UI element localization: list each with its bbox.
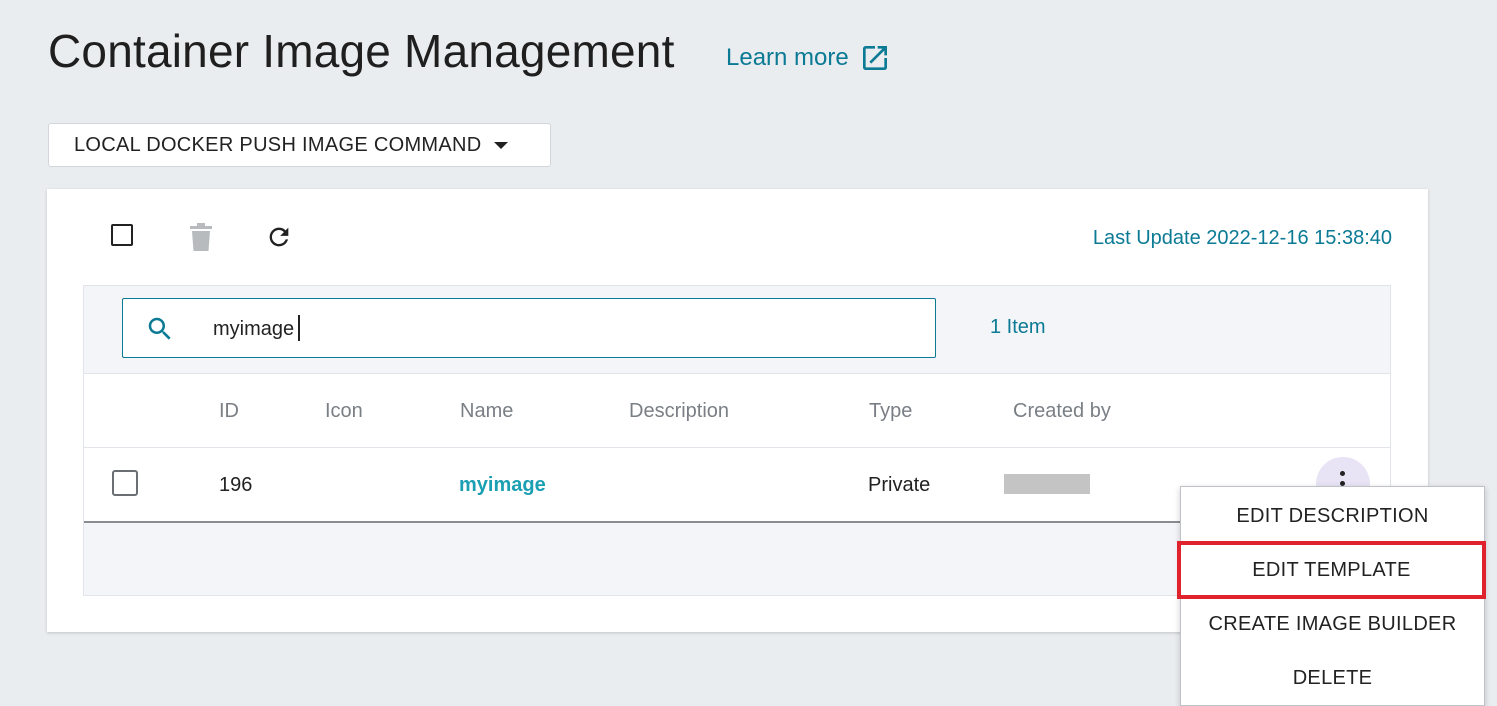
row-checkbox[interactable] xyxy=(112,470,138,496)
refresh-icon[interactable] xyxy=(265,223,293,251)
column-header-description[interactable]: Description xyxy=(629,400,729,423)
column-header-name[interactable]: Name xyxy=(460,400,513,423)
learn-more-link[interactable]: Learn more xyxy=(726,42,891,74)
cell-type: Private xyxy=(868,474,931,496)
column-header-created-by[interactable]: Created by xyxy=(1013,400,1111,423)
learn-more-label: Learn more xyxy=(726,44,849,71)
last-update-timestamp: Last Update 2022-12-16 15:38:40 xyxy=(1092,227,1392,249)
column-header-icon: Icon xyxy=(325,400,363,422)
menu-item-delete[interactable]: DELETE xyxy=(1181,651,1484,705)
page-title: Container Image Management xyxy=(48,25,675,77)
select-all-checkbox[interactable] xyxy=(111,224,133,246)
column-header-id[interactable]: ID xyxy=(219,400,239,423)
search-bar-area: 1 Item xyxy=(83,285,1391,373)
row-actions-menu: EDIT DESCRIPTION EDIT TEMPLATE CREATE IM… xyxy=(1177,486,1486,706)
text-cursor xyxy=(298,315,300,341)
cell-id: 196 xyxy=(219,474,253,496)
search-icon xyxy=(148,317,171,340)
menu-item-edit-template[interactable]: EDIT TEMPLATE xyxy=(1177,541,1486,599)
item-count: 1 Item xyxy=(990,316,1046,338)
table-header: ID Icon Name Description Type Created by xyxy=(84,374,1390,448)
search-input[interactable] xyxy=(211,313,915,345)
menu-item-create-image-builder[interactable]: CREATE IMAGE BUILDER xyxy=(1181,597,1484,651)
trash-icon[interactable] xyxy=(190,223,212,251)
image-name-link[interactable]: myimage xyxy=(459,474,546,497)
menu-item-edit-description[interactable]: EDIT DESCRIPTION xyxy=(1181,489,1484,543)
column-header-type[interactable]: Type xyxy=(869,400,912,423)
external-link-icon xyxy=(862,46,887,70)
caret-down-icon xyxy=(493,141,508,149)
created-by-redacted xyxy=(1004,474,1090,494)
docker-push-command-dropdown[interactable]: LOCAL DOCKER PUSH IMAGE COMMAND xyxy=(48,123,551,167)
search-field[interactable] xyxy=(122,298,936,358)
docker-push-command-label: LOCAL DOCKER PUSH IMAGE COMMAND xyxy=(74,133,482,156)
